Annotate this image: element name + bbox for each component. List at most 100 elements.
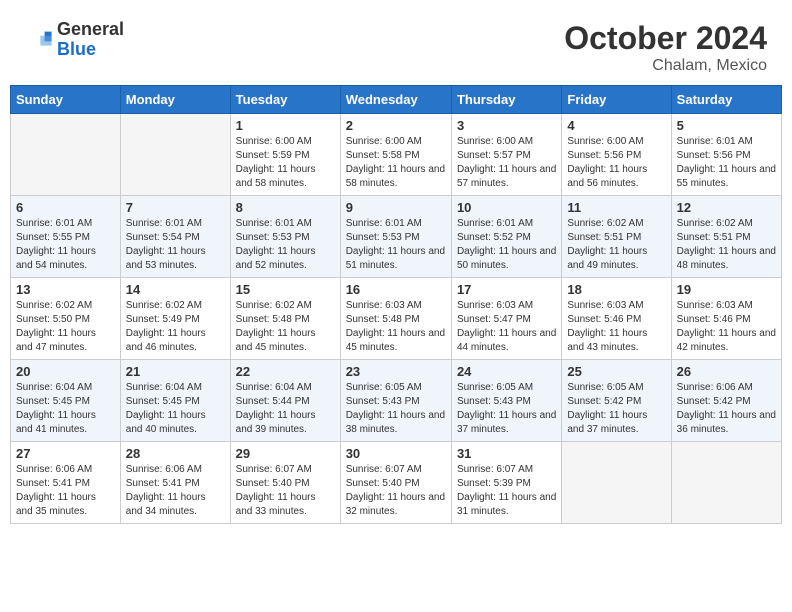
calendar-day-cell: 18 Sunrise: 6:03 AMSunset: 5:46 PMDayligh… bbox=[562, 278, 671, 360]
day-info: Sunrise: 6:01 AMSunset: 5:54 PMDaylight:… bbox=[126, 217, 225, 273]
calendar-day-cell: 6 Sunrise: 6:01 AMSunset: 5:55 PMDaylight… bbox=[11, 196, 121, 278]
day-info: Sunrise: 6:03 AMSunset: 5:48 PMDaylight:… bbox=[346, 299, 446, 355]
day-number: 12 bbox=[677, 200, 776, 215]
day-number: 30 bbox=[346, 446, 446, 461]
day-info: Sunrise: 6:04 AMSunset: 5:45 PMDaylight:… bbox=[126, 381, 225, 437]
day-info: Sunrise: 6:05 AMSunset: 5:43 PMDaylight:… bbox=[346, 381, 446, 437]
day-number: 2 bbox=[346, 118, 446, 133]
day-info: Sunrise: 6:04 AMSunset: 5:44 PMDaylight:… bbox=[236, 381, 335, 437]
day-info: Sunrise: 6:01 AMSunset: 5:52 PMDaylight:… bbox=[457, 217, 556, 273]
location: Chalam, Mexico bbox=[564, 57, 767, 75]
calendar-day-cell: 12 Sunrise: 6:02 AMSunset: 5:51 PMDayligh… bbox=[671, 196, 781, 278]
day-info: Sunrise: 6:05 AMSunset: 5:43 PMDaylight:… bbox=[457, 381, 556, 437]
calendar-week-row: 27Sunrise: 6:06 AMSunset: 5:41 PMDayligh… bbox=[11, 442, 782, 524]
day-info: Sunrise: 6:07 AMSunset: 5:40 PMDaylight:… bbox=[236, 463, 335, 519]
calendar-day-cell: 23Sunrise: 6:05 AMSunset: 5:43 PMDayligh… bbox=[340, 360, 451, 442]
calendar-day-cell bbox=[671, 442, 781, 524]
calendar-day-cell: 30Sunrise: 6:07 AMSunset: 5:40 PMDayligh… bbox=[340, 442, 451, 524]
title-block: October 2024 Chalam, Mexico bbox=[564, 20, 767, 75]
calendar-day-cell: 5 Sunrise: 6:01 AMSunset: 5:56 PMDaylight… bbox=[671, 114, 781, 196]
logo-text: General Blue bbox=[57, 20, 124, 60]
weekday-header: Monday bbox=[120, 86, 230, 114]
day-number: 10 bbox=[457, 200, 556, 215]
calendar-week-row: 20Sunrise: 6:04 AMSunset: 5:45 PMDayligh… bbox=[11, 360, 782, 442]
day-info: Sunrise: 6:03 AMSunset: 5:46 PMDaylight:… bbox=[567, 299, 665, 355]
calendar-day-cell bbox=[11, 114, 121, 196]
day-info: Sunrise: 6:01 AMSunset: 5:53 PMDaylight:… bbox=[346, 217, 446, 273]
day-number: 25 bbox=[567, 364, 665, 379]
day-number: 13 bbox=[16, 282, 115, 297]
calendar-day-cell: 3 Sunrise: 6:00 AMSunset: 5:57 PMDaylight… bbox=[451, 114, 561, 196]
calendar-day-cell bbox=[120, 114, 230, 196]
calendar-day-cell: 19 Sunrise: 6:03 AMSunset: 5:46 PMDayligh… bbox=[671, 278, 781, 360]
calendar-day-cell: 10 Sunrise: 6:01 AMSunset: 5:52 PMDayligh… bbox=[451, 196, 561, 278]
logo-icon bbox=[25, 26, 53, 54]
weekday-header-row: SundayMondayTuesdayWednesdayThursdayFrid… bbox=[11, 86, 782, 114]
weekday-header: Sunday bbox=[11, 86, 121, 114]
day-info: Sunrise: 6:01 AMSunset: 5:56 PMDaylight:… bbox=[677, 135, 776, 191]
calendar-week-row: 13 Sunrise: 6:02 AMSunset: 5:50 PMDayligh… bbox=[11, 278, 782, 360]
calendar-day-cell: 2 Sunrise: 6:00 AMSunset: 5:58 PMDaylight… bbox=[340, 114, 451, 196]
logo-general: General bbox=[57, 20, 124, 40]
day-info: Sunrise: 6:00 AMSunset: 5:57 PMDaylight:… bbox=[457, 135, 556, 191]
calendar-day-cell: 25 Sunrise: 6:05 AMSunset: 5:42 PMDayligh… bbox=[562, 360, 671, 442]
calendar-day-cell: 31 Sunrise: 6:07 AMSunset: 5:39 PMDayligh… bbox=[451, 442, 561, 524]
calendar-day-cell: 9 Sunrise: 6:01 AMSunset: 5:53 PMDaylight… bbox=[340, 196, 451, 278]
weekday-header: Thursday bbox=[451, 86, 561, 114]
day-info: Sunrise: 6:06 AMSunset: 5:41 PMDaylight:… bbox=[126, 463, 225, 519]
calendar-day-cell: 22 Sunrise: 6:04 AMSunset: 5:44 PMDayligh… bbox=[230, 360, 340, 442]
day-info: Sunrise: 6:05 AMSunset: 5:42 PMDaylight:… bbox=[567, 381, 665, 437]
day-number: 4 bbox=[567, 118, 665, 133]
calendar-day-cell: 4Sunrise: 6:00 AMSunset: 5:56 PMDaylight… bbox=[562, 114, 671, 196]
day-info: Sunrise: 6:07 AMSunset: 5:39 PMDaylight:… bbox=[457, 463, 556, 519]
day-number: 11 bbox=[567, 200, 665, 215]
calendar-day-cell: 24 Sunrise: 6:05 AMSunset: 5:43 PMDayligh… bbox=[451, 360, 561, 442]
day-number: 17 bbox=[457, 282, 556, 297]
calendar-day-cell: 13 Sunrise: 6:02 AMSunset: 5:50 PMDayligh… bbox=[11, 278, 121, 360]
day-number: 14 bbox=[126, 282, 225, 297]
calendar-day-cell: 11 Sunrise: 6:02 AMSunset: 5:51 PMDayligh… bbox=[562, 196, 671, 278]
page-header: General Blue October 2024 Chalam, Mexico bbox=[10, 10, 782, 80]
logo: General Blue bbox=[25, 20, 124, 60]
calendar-day-cell: 17 Sunrise: 6:03 AMSunset: 5:47 PMDayligh… bbox=[451, 278, 561, 360]
month-title: October 2024 bbox=[564, 20, 767, 57]
day-info: Sunrise: 6:02 AMSunset: 5:51 PMDaylight:… bbox=[677, 217, 776, 273]
day-number: 7 bbox=[126, 200, 225, 215]
day-info: Sunrise: 6:06 AMSunset: 5:41 PMDaylight:… bbox=[16, 463, 115, 519]
day-number: 24 bbox=[457, 364, 556, 379]
day-info: Sunrise: 6:02 AMSunset: 5:48 PMDaylight:… bbox=[236, 299, 335, 355]
calendar-week-row: 1Sunrise: 6:00 AMSunset: 5:59 PMDaylight… bbox=[11, 114, 782, 196]
day-number: 22 bbox=[236, 364, 335, 379]
calendar: SundayMondayTuesdayWednesdayThursdayFrid… bbox=[10, 85, 782, 524]
day-info: Sunrise: 6:01 AMSunset: 5:55 PMDaylight:… bbox=[16, 217, 115, 273]
day-number: 29 bbox=[236, 446, 335, 461]
day-number: 19 bbox=[677, 282, 776, 297]
day-number: 8 bbox=[236, 200, 335, 215]
day-info: Sunrise: 6:00 AMSunset: 5:59 PMDaylight:… bbox=[236, 135, 335, 191]
day-info: Sunrise: 6:00 AMSunset: 5:58 PMDaylight:… bbox=[346, 135, 446, 191]
calendar-day-cell: 27Sunrise: 6:06 AMSunset: 5:41 PMDayligh… bbox=[11, 442, 121, 524]
logo-blue: Blue bbox=[57, 40, 124, 60]
calendar-day-cell bbox=[562, 442, 671, 524]
day-info: Sunrise: 6:02 AMSunset: 5:51 PMDaylight:… bbox=[567, 217, 665, 273]
calendar-day-cell: 28Sunrise: 6:06 AMSunset: 5:41 PMDayligh… bbox=[120, 442, 230, 524]
day-number: 6 bbox=[16, 200, 115, 215]
calendar-day-cell: 8Sunrise: 6:01 AMSunset: 5:53 PMDaylight… bbox=[230, 196, 340, 278]
day-number: 31 bbox=[457, 446, 556, 461]
calendar-day-cell: 26Sunrise: 6:06 AMSunset: 5:42 PMDayligh… bbox=[671, 360, 781, 442]
day-info: Sunrise: 6:03 AMSunset: 5:46 PMDaylight:… bbox=[677, 299, 776, 355]
day-number: 26 bbox=[677, 364, 776, 379]
day-number: 5 bbox=[677, 118, 776, 133]
day-number: 9 bbox=[346, 200, 446, 215]
day-number: 18 bbox=[567, 282, 665, 297]
day-info: Sunrise: 6:03 AMSunset: 5:47 PMDaylight:… bbox=[457, 299, 556, 355]
day-number: 16 bbox=[346, 282, 446, 297]
weekday-header: Saturday bbox=[671, 86, 781, 114]
calendar-day-cell: 21Sunrise: 6:04 AMSunset: 5:45 PMDayligh… bbox=[120, 360, 230, 442]
weekday-header: Tuesday bbox=[230, 86, 340, 114]
day-number: 3 bbox=[457, 118, 556, 133]
calendar-day-cell: 15Sunrise: 6:02 AMSunset: 5:48 PMDayligh… bbox=[230, 278, 340, 360]
day-info: Sunrise: 6:02 AMSunset: 5:50 PMDaylight:… bbox=[16, 299, 115, 355]
calendar-day-cell: 16 Sunrise: 6:03 AMSunset: 5:48 PMDayligh… bbox=[340, 278, 451, 360]
calendar-day-cell: 29 Sunrise: 6:07 AMSunset: 5:40 PMDayligh… bbox=[230, 442, 340, 524]
